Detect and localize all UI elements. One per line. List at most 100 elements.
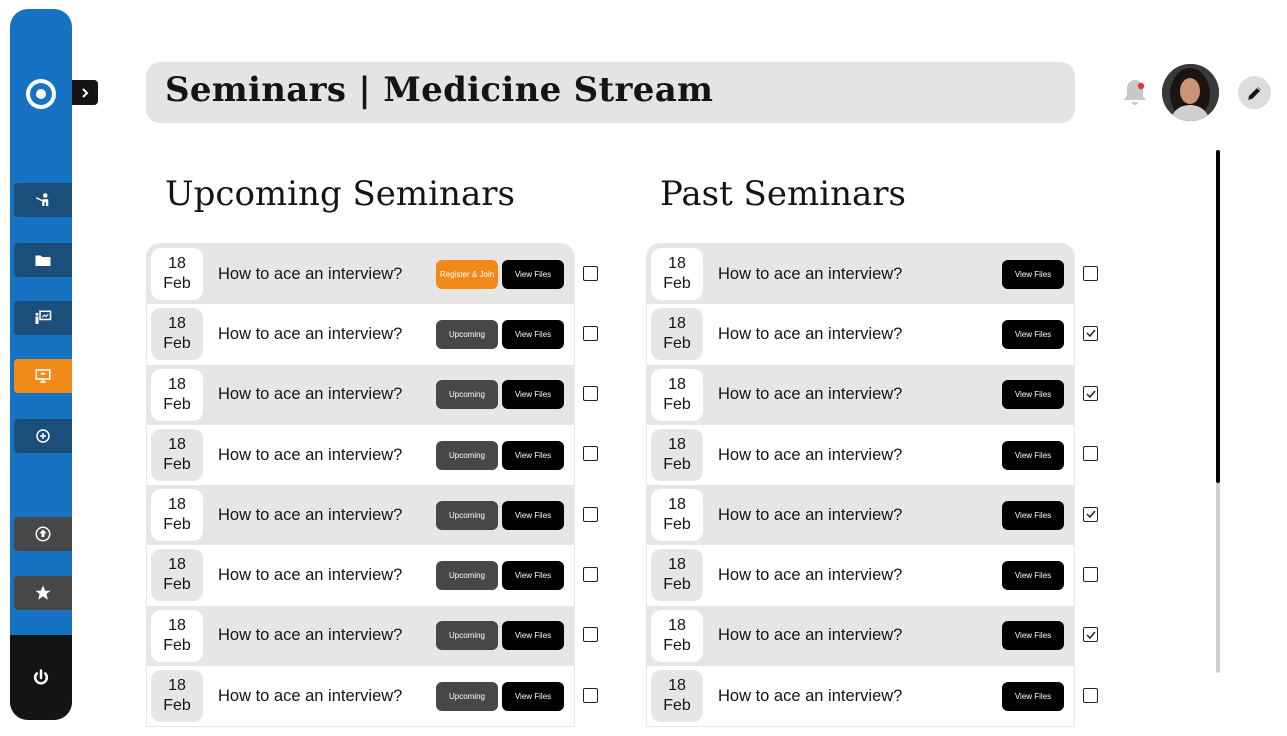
date-day: 18 xyxy=(668,375,686,393)
view-files-button[interactable]: View Files xyxy=(1002,561,1064,591)
date-month: Feb xyxy=(663,395,691,413)
row-checkbox[interactable] xyxy=(1083,687,1098,703)
sidebar-expand-button[interactable] xyxy=(72,80,98,105)
date-month: Feb xyxy=(163,275,191,292)
view-files-button[interactable]: View Files xyxy=(1002,440,1064,470)
date-month: Feb xyxy=(163,395,191,413)
view-files-button[interactable]: View Files xyxy=(502,440,564,470)
row-checkbox[interactable] xyxy=(583,506,598,522)
row-checkbox[interactable] xyxy=(1083,506,1098,522)
date-badge: 18 Feb xyxy=(151,489,203,542)
date-badge: 18 Feb xyxy=(151,549,203,602)
row-checkbox[interactable] xyxy=(1083,265,1098,281)
row-checkbox[interactable] xyxy=(583,567,598,582)
sidebar-item-classroom[interactable] xyxy=(14,301,72,335)
upcoming-status-button[interactable]: Upcoming xyxy=(436,561,498,591)
register-join-button[interactable]: Register & Join xyxy=(436,259,498,289)
view-files-button[interactable]: View Files xyxy=(502,500,564,530)
date-month: Feb xyxy=(663,576,691,594)
row-checkbox[interactable] xyxy=(583,446,598,462)
date-month: Feb xyxy=(163,516,191,534)
sidebar-item-favorites[interactable] xyxy=(14,576,72,610)
classroom-icon xyxy=(35,310,52,324)
date-badge: 18 Feb xyxy=(651,248,703,300)
view-files-button[interactable]: View Files xyxy=(502,380,564,410)
date-month: Feb xyxy=(663,516,691,534)
view-files-button[interactable]: View Files xyxy=(1002,500,1064,530)
upcoming-status-button[interactable]: Upcoming xyxy=(436,440,498,470)
chevron-right-icon xyxy=(82,87,89,98)
row-checkbox[interactable] xyxy=(583,265,598,281)
upcoming-status-button[interactable]: Upcoming xyxy=(436,681,498,711)
avatar[interactable] xyxy=(1162,64,1219,121)
date-day: 18 xyxy=(168,315,186,333)
row-checkbox[interactable] xyxy=(1083,446,1098,462)
date-day: 18 xyxy=(668,255,686,272)
upcoming-status-button[interactable]: Upcoming xyxy=(436,621,498,651)
upcoming-status-button[interactable]: Upcoming xyxy=(436,380,498,410)
checkmark-icon xyxy=(1085,390,1096,398)
sidebar-item-files[interactable] xyxy=(14,243,72,277)
seminar-title: How to ace an interview? xyxy=(218,264,403,283)
date-month: Feb xyxy=(163,455,191,473)
view-files-button[interactable]: View Files xyxy=(1002,621,1064,651)
add-icon xyxy=(36,429,50,443)
sidebar-item-teacher[interactable] xyxy=(14,183,72,217)
date-day: 18 xyxy=(168,677,186,695)
date-badge: 18 Feb xyxy=(651,368,703,421)
row-checkbox[interactable] xyxy=(1083,627,1098,643)
row-checkbox[interactable] xyxy=(1083,386,1098,402)
row-checkbox[interactable] xyxy=(583,627,598,643)
row-checkbox[interactable] xyxy=(1083,567,1098,582)
date-day: 18 xyxy=(168,255,186,272)
edit-button[interactable] xyxy=(1238,76,1271,109)
list-item: 18 Feb How to ace an interview? Upcoming Vie… xyxy=(147,666,574,727)
list-item: 18 Feb How to ace an interview? View Files xyxy=(647,666,1074,727)
upcoming-status-button[interactable]: Upcoming xyxy=(436,319,498,349)
sidebar-item-upload[interactable] xyxy=(14,517,72,551)
date-badge: 18 Feb xyxy=(151,308,203,361)
date-day: 18 xyxy=(168,616,186,634)
date-day: 18 xyxy=(668,616,686,634)
seminar-title: How to ace an interview? xyxy=(218,505,403,524)
view-files-button[interactable]: View Files xyxy=(502,681,564,711)
date-day: 18 xyxy=(168,375,186,393)
list-item: 18 Feb How to ace an interview? View Files xyxy=(647,424,1074,486)
upcoming-status-button[interactable]: Upcoming xyxy=(436,500,498,530)
list-item: 18 Feb How to ace an interview? View Files xyxy=(647,605,1074,667)
list-item: 18 Feb How to ace an interview? View Files xyxy=(647,364,1074,425)
row-checkbox[interactable] xyxy=(583,386,598,402)
teacher-icon xyxy=(35,193,49,206)
view-files-button[interactable]: View Files xyxy=(1002,681,1064,711)
list-item: 18 Feb How to ace an interview? View Files xyxy=(647,545,1074,606)
date-badge: 18 Feb xyxy=(651,489,703,542)
upcoming-list: 18 Feb How to ace an interview? Register & … xyxy=(146,243,575,728)
date-badge: 18 Feb xyxy=(151,368,203,421)
row-checkbox[interactable] xyxy=(1083,325,1098,341)
view-files-button[interactable]: View Files xyxy=(1002,380,1064,410)
date-month: Feb xyxy=(663,335,691,353)
view-files-button[interactable]: View Files xyxy=(1002,259,1064,289)
view-files-button[interactable]: View Files xyxy=(1002,319,1064,349)
view-files-button[interactable]: View Files xyxy=(502,259,564,289)
date-month: Feb xyxy=(163,576,191,594)
scrollbar-thumb[interactable] xyxy=(1216,150,1220,483)
sidebar-item-add[interactable] xyxy=(14,419,72,453)
folder-icon xyxy=(35,255,51,266)
sidebar-item-seminars[interactable] xyxy=(14,359,72,393)
row-checkbox[interactable] xyxy=(583,325,598,341)
date-day: 18 xyxy=(168,435,186,453)
view-files-button[interactable]: View Files xyxy=(502,561,564,591)
power-icon xyxy=(33,668,49,685)
date-badge: 18 Feb xyxy=(651,609,703,662)
row-checkbox[interactable] xyxy=(583,687,598,703)
star-icon xyxy=(35,585,51,600)
portal-logo-icon[interactable] xyxy=(26,79,56,109)
list-item: 18 Feb How to ace an interview? Register & … xyxy=(147,244,574,305)
view-files-button[interactable]: View Files xyxy=(502,621,564,651)
seminar-title: How to ace an interview? xyxy=(718,445,903,464)
date-day: 18 xyxy=(668,556,686,574)
bell-icon[interactable] xyxy=(1121,76,1149,108)
power-button[interactable] xyxy=(10,635,72,720)
view-files-button[interactable]: View Files xyxy=(502,319,564,349)
